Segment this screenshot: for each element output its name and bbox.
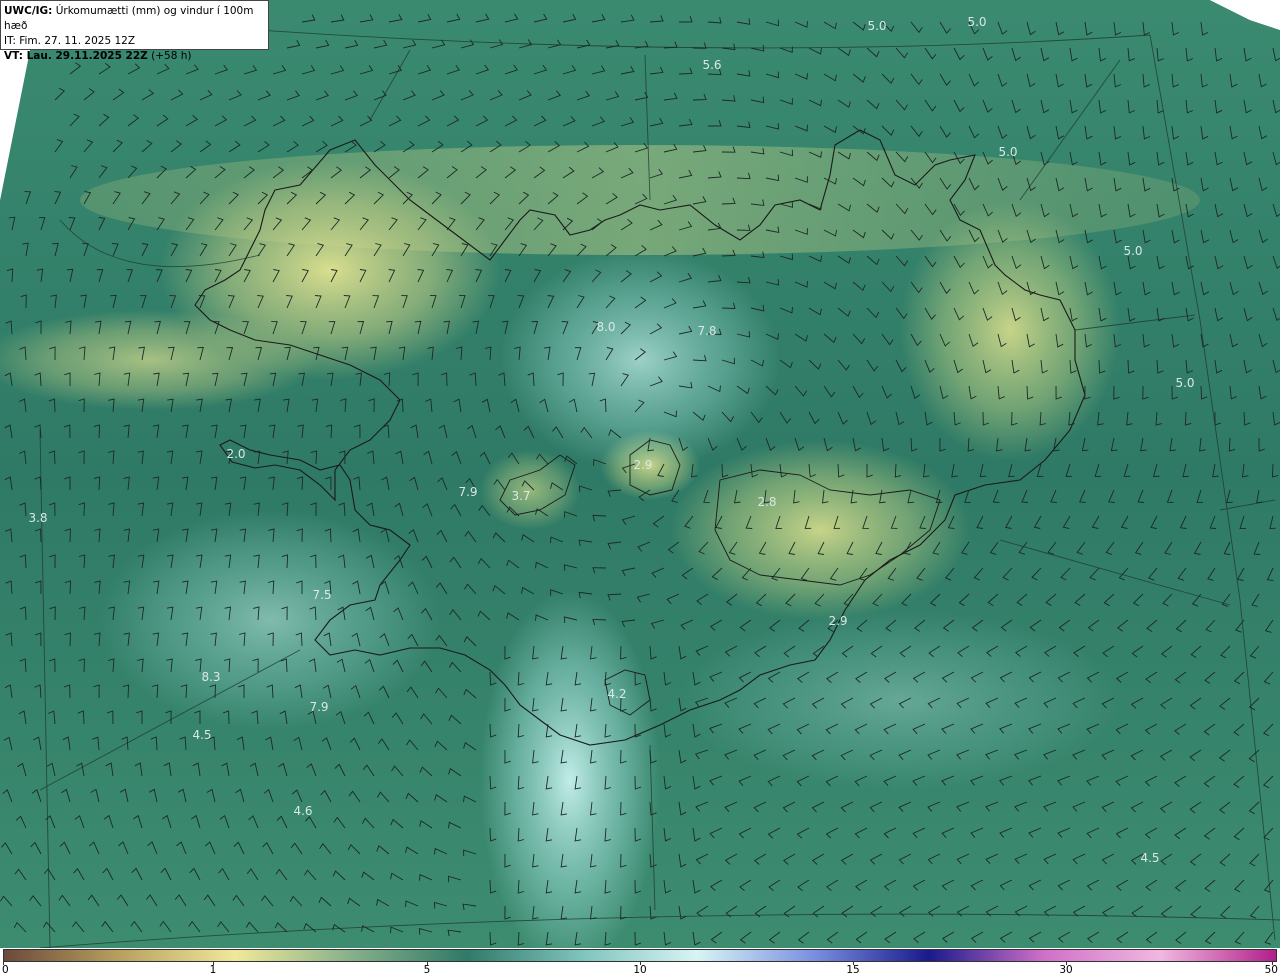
colorbar-tick-label: 1 [209, 964, 217, 976]
colorbar-tick-label: 30 [1059, 964, 1073, 976]
point-value-label: 3.8 [28, 511, 47, 525]
point-value-label: 5.0 [867, 19, 886, 33]
point-value-label: 5.0 [967, 15, 986, 29]
title-line: UWC/IG: Úrkomumætti (mm) og vindur í 100… [4, 4, 265, 34]
colorbar-tick-label: 15 [846, 964, 860, 976]
precipitation-map: 5.0 5.0 5.6 5.0 5.0 5.0 8.0 7.8 2.0 7.9 3.7 2.9 2.8 3… [0, 0, 1280, 970]
colorbar-tick-label: 50 [1264, 964, 1278, 976]
point-value-label: 7.9 [309, 700, 328, 714]
colorbar-tick-label: 10 [633, 964, 647, 976]
valid-time: VT: Lau. 29.11.2025 22Z [4, 50, 148, 62]
precip-interior-cyan [500, 250, 780, 470]
point-value-label: 7.5 [312, 588, 331, 602]
point-value-label: 4.5 [1140, 851, 1159, 865]
point-value-label: 3.7 [511, 489, 530, 503]
point-value-label: 7.8 [697, 324, 716, 338]
point-value-label: 4.5 [192, 728, 211, 742]
valid-line: VT: Lau. 29.11.2025 22Z (+58 h) [4, 49, 265, 64]
colorbar-tick-label: 0 [2, 964, 9, 976]
map-svg: 5.0 5.0 5.6 5.0 5.0 5.0 8.0 7.8 2.0 7.9 3.7 2.9 2.8 3… [0, 0, 1280, 970]
point-value-label: 8.0 [596, 320, 615, 334]
point-value-label: 7.9 [458, 485, 477, 499]
point-value-label: 5.0 [998, 145, 1017, 159]
point-value-label: 5.0 [1123, 244, 1142, 258]
colorbar-gradient [3, 949, 1277, 962]
lead-time: (+58 h) [151, 50, 192, 62]
map-header: UWC/IG: Úrkomumætti (mm) og vindur í 100… [0, 0, 269, 62]
point-value-label: 2.8 [757, 495, 776, 509]
model-label: UWC/IG: [4, 5, 53, 17]
point-value-label: 4.6 [293, 804, 312, 818]
colorbar: 0 1 5 10 15 30 50 [0, 948, 1280, 978]
precip-south-coast [680, 610, 1120, 790]
point-value-label: 5.0 [1175, 376, 1194, 390]
issue-time: IT: Fim. 27. 11. 2025 12Z [4, 35, 136, 47]
colorbar-tick-label: 5 [423, 964, 431, 976]
point-value-label: 5.6 [702, 58, 721, 72]
point-value-label: 2.0 [226, 447, 245, 461]
point-value-label: 4.2 [607, 687, 626, 701]
point-value-label: 2.9 [633, 458, 652, 472]
point-value-label: 8.3 [201, 670, 220, 684]
point-value-label: 2.9 [828, 614, 847, 628]
